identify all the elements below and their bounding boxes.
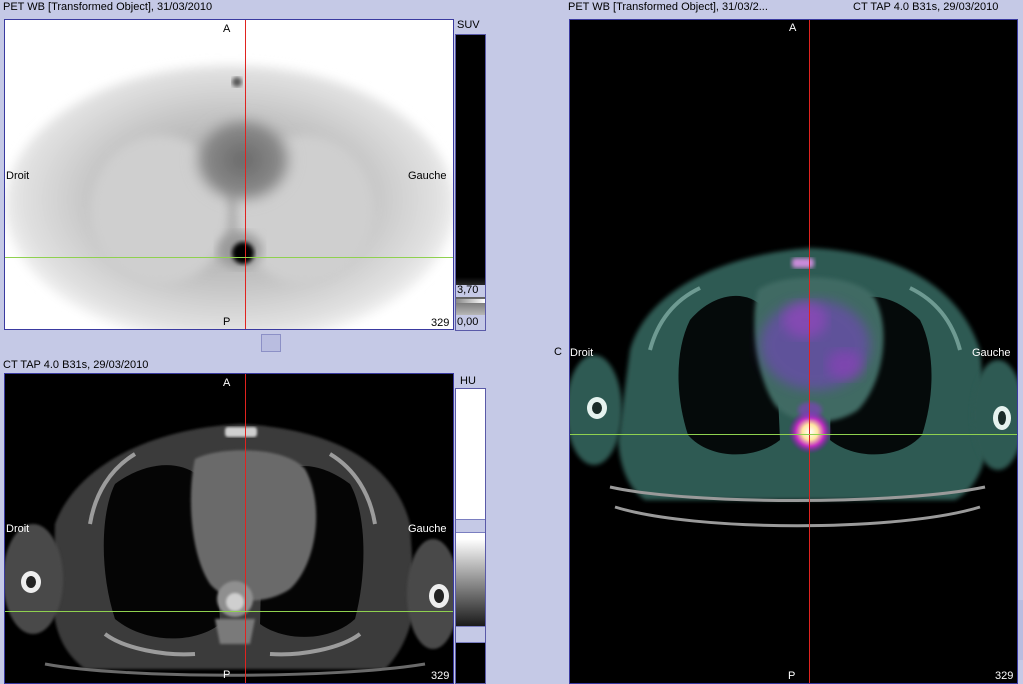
pet-orient-bottom: P xyxy=(223,316,231,328)
fusion-image xyxy=(570,248,1017,528)
pet-colorbar-max: 3,70 xyxy=(457,284,479,296)
ct-crosshair-vertical[interactable] xyxy=(245,374,246,683)
ct-image xyxy=(5,424,453,677)
ct-orient-top: A xyxy=(223,377,231,389)
pet-crosshair-vertical[interactable] xyxy=(245,20,246,329)
pet-image xyxy=(5,65,453,329)
ct-orient-right: Gauche xyxy=(408,523,447,535)
pet-colorbar-window-handle[interactable] xyxy=(456,299,485,303)
ct-colorbar-lower-handle[interactable] xyxy=(456,626,485,643)
fusion-view-title-left: PET WB [Transformed Object], 31/03/2... xyxy=(568,1,768,13)
fusion-scrollbar-handle[interactable] xyxy=(1018,600,1023,660)
pet-view-title: PET WB [Transformed Object], 31/03/2010 xyxy=(3,1,213,13)
fusion-crosshair-horizontal[interactable] xyxy=(570,434,1017,435)
ct-viewport[interactable]: A P Droit Gauche 329 xyxy=(4,373,454,684)
fusion-slice-number: 329 xyxy=(995,670,1014,682)
ct-colorbar-unit: HU xyxy=(460,375,476,387)
fusion-crosshair-vertical[interactable] xyxy=(809,20,810,683)
fusion-orient-bottom: P xyxy=(788,670,796,682)
ct-slice-number: 329 xyxy=(431,670,450,682)
fusion-viewport[interactable]: A P Droit Gauche 329 xyxy=(569,19,1018,684)
ct-colorbar-upper-handle[interactable] xyxy=(456,519,485,533)
pet-viewport[interactable]: A P Droit Gauche 329 xyxy=(4,19,454,330)
fusion-orient-right: Gauche xyxy=(972,347,1011,359)
ct-orient-bottom: P xyxy=(223,669,231,681)
pet-colorbar-min: 0,00 xyxy=(457,316,479,328)
pet-slice-number: 329 xyxy=(431,317,450,329)
pet-orient-left: Droit xyxy=(6,170,30,182)
ct-crosshair-horizontal[interactable] xyxy=(5,611,453,612)
ct-colorbar[interactable] xyxy=(455,388,486,684)
pet-orient-top: A xyxy=(223,23,231,35)
pet-scrollbar-track[interactable] xyxy=(4,331,454,353)
fusion-orient-top: A xyxy=(789,22,797,34)
fusion-orient-left: Droit xyxy=(570,347,594,359)
pet-scrollbar-thumb[interactable] xyxy=(261,334,281,352)
ct-view-title: CT TAP 4.0 B31s, 29/03/2010 xyxy=(3,359,149,371)
fusion-view-title-right: CT TAP 4.0 B31s, 29/03/2010 xyxy=(853,1,999,13)
pet-colorbar-unit: SUV xyxy=(457,19,480,31)
pet-crosshair-horizontal[interactable] xyxy=(5,257,453,258)
fusion-orient-left-prefix: C xyxy=(554,346,562,358)
ct-orient-left: Droit xyxy=(6,523,30,535)
pet-orient-right: Gauche xyxy=(408,170,447,182)
